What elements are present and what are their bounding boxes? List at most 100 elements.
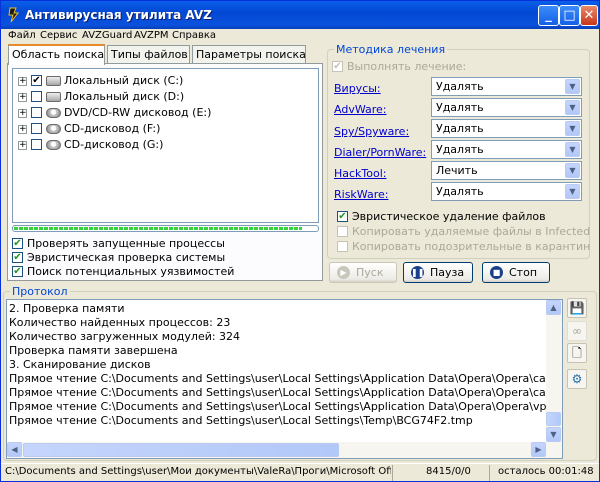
copy-deleted-to-infected[interactable]: Копировать удаляемые файлы в Infected	[337, 225, 590, 239]
scroll-thumb[interactable]	[23, 443, 339, 457]
chevron-down-icon[interactable]: ▼	[565, 121, 580, 136]
scroll-down-icon[interactable]: ▼	[546, 427, 561, 442]
expand-icon[interactable]: +	[18, 141, 27, 150]
vulnerability-search[interactable]: ✔ Поиск потенциальных уязвимостей	[12, 265, 320, 279]
tree-item-drive-c[interactable]: + ✔ Локальный диск (C:)	[18, 73, 308, 89]
minimize-icon: _	[545, 8, 552, 23]
checkbox[interactable]: ✔	[12, 252, 23, 263]
dialer-select[interactable]: Удалять ▼	[431, 140, 582, 159]
expand-icon[interactable]: +	[18, 77, 27, 86]
pause-button[interactable]: ❚❚ Пауза	[403, 262, 473, 283]
cd-drive-icon	[46, 124, 61, 134]
viruses-select[interactable]: Удалять ▼	[431, 77, 582, 96]
scan-progress-fill	[14, 227, 302, 230]
drive-c-checkbox[interactable]: ✔	[31, 75, 42, 86]
drive-g-checkbox[interactable]	[31, 139, 42, 150]
riskware-select[interactable]: Удалять ▼	[431, 182, 582, 201]
spyware-select[interactable]: Удалять ▼	[431, 119, 582, 138]
log-vertical-scrollbar[interactable]: ▲ ▼	[546, 300, 562, 442]
menu-service[interactable]: Сервис	[40, 30, 77, 41]
tree-item-drive-d[interactable]: + Локальный диск (D:)	[18, 89, 308, 105]
link-spyware[interactable]: Spy/Spyware:	[334, 125, 409, 138]
log-horizontal-scrollbar[interactable]: ◀ ▶	[7, 442, 562, 458]
network-settings-icon: ⚙	[571, 372, 583, 386]
check-running-processes[interactable]: ✔ Проверять запущенные процессы	[12, 237, 320, 251]
log-line: Прямое чтение C:\Documents and Settings\…	[9, 414, 473, 427]
chevron-down-icon[interactable]: ▼	[565, 184, 580, 199]
play-icon: ▶	[337, 266, 350, 279]
copy-suspicious-to-quarantine[interactable]: Копировать подозрительные в карантин	[337, 240, 591, 254]
tree-item-label: Локальный диск (D:)	[64, 90, 185, 103]
checkbox[interactable]: ✔	[337, 211, 348, 222]
status-bar: C:\Documents and Settings\user\Мои докум…	[1, 463, 599, 482]
menu-help[interactable]: Справка	[172, 30, 216, 41]
status-current-path: C:\Documents and Settings\user\Мои докум…	[5, 466, 391, 477]
clear-log-button[interactable]: 🗋	[567, 343, 587, 363]
drive-f-checkbox[interactable]	[31, 123, 42, 134]
title-bar[interactable]: Антивирусная утилита AVZ _ □ ✕	[1, 1, 599, 29]
status-file-count: 8415/0/0	[426, 466, 471, 477]
tab-file-types[interactable]: Типы файлов	[107, 45, 190, 64]
tab-search-area[interactable]: Область поиска	[8, 44, 105, 65]
menu-file[interactable]: Файл	[8, 30, 36, 41]
start-button[interactable]: ▶ Пуск	[329, 262, 397, 283]
perform-treatment[interactable]: ✔ Выполнять лечение:	[332, 60, 532, 74]
link-hacktool[interactable]: HackTool:	[334, 167, 387, 180]
checkbox[interactable]	[337, 226, 348, 237]
checkbox[interactable]: ✔	[12, 266, 23, 277]
heuristic-file-removal[interactable]: ✔ Эвристическое удаление файлов	[337, 210, 587, 224]
tree-item-drive-e[interactable]: + DVD/CD-RW дисковод (E:)	[18, 105, 308, 121]
drive-e-checkbox[interactable]	[31, 107, 42, 118]
tab-search-params[interactable]: Параметры поиска	[192, 45, 306, 64]
drive-tree: + ✔ Локальный диск (C:) + Локальный диск…	[12, 68, 319, 223]
floppy-disk-icon: 💾	[569, 301, 585, 315]
protocol-log[interactable]: 2. Проверка памяти Количество найденных …	[6, 299, 563, 459]
minimize-button[interactable]: _	[538, 5, 559, 26]
scan-progress-bar	[12, 225, 319, 232]
settings-log-button[interactable]: ⚙	[567, 369, 587, 389]
link-viruses[interactable]: Вирусы:	[334, 82, 381, 95]
chevron-down-icon[interactable]: ▼	[565, 79, 580, 94]
maximize-button[interactable]: □	[559, 5, 580, 26]
expand-icon[interactable]: +	[18, 125, 27, 134]
hacktool-select[interactable]: Лечить ▼	[431, 161, 582, 180]
window-title: Антивирусная утилита AVZ	[25, 8, 212, 22]
view-log-button[interactable]: ∞	[567, 321, 587, 341]
group-title: Протокол	[10, 285, 70, 298]
checkbox-label: Копировать подозрительные в карантин	[352, 240, 591, 253]
status-time-remaining: осталось 00:01:48	[498, 466, 594, 477]
scroll-up-icon[interactable]: ▲	[546, 300, 561, 315]
heuristic-system-check[interactable]: ✔ Эвристическая проверка системы	[12, 251, 320, 265]
stop-button[interactable]: ■ Стоп	[482, 262, 550, 283]
select-value: Удалять	[436, 101, 484, 114]
button-label: Пуск	[356, 266, 384, 279]
checkbox[interactable]	[337, 241, 348, 252]
cd-drive-icon	[46, 140, 61, 150]
save-log-button[interactable]: 💾	[567, 298, 587, 318]
log-line: Количество найденных процессов: 23	[9, 316, 231, 329]
checkbox-label: Эвристическая проверка системы	[27, 251, 226, 264]
tree-item-drive-f[interactable]: + CD-дисковод (F:)	[18, 121, 308, 137]
expand-icon[interactable]: +	[18, 109, 27, 118]
expand-icon[interactable]: +	[18, 93, 27, 102]
chevron-down-icon[interactable]: ▼	[565, 142, 580, 157]
link-advware[interactable]: AdvWare:	[334, 103, 387, 116]
advware-select[interactable]: Удалять ▼	[431, 98, 582, 117]
menu-avzguard[interactable]: AVZGuard	[82, 30, 132, 41]
link-dialer[interactable]: Dialer/PornWare:	[334, 146, 426, 159]
checkbox[interactable]: ✔	[12, 238, 23, 249]
tree-item-drive-g[interactable]: + CD-дисковод (G:)	[18, 137, 308, 153]
menu-avzpm[interactable]: AVZPM	[134, 30, 169, 41]
scroll-right-icon[interactable]: ▶	[531, 442, 546, 457]
scroll-left-icon[interactable]: ◀	[7, 442, 22, 457]
drive-d-checkbox[interactable]	[31, 91, 42, 102]
close-button[interactable]: ✕	[580, 5, 598, 26]
select-value: Удалять	[436, 80, 484, 93]
tree-item-label: Локальный диск (C:)	[64, 74, 184, 87]
chevron-down-icon[interactable]: ▼	[565, 100, 580, 115]
scroll-thumb[interactable]	[546, 412, 561, 426]
checkbox[interactable]: ✔	[332, 61, 343, 72]
chevron-down-icon[interactable]: ▼	[565, 163, 580, 178]
link-riskware[interactable]: RiskWare:	[334, 188, 388, 201]
log-line: Прямое чтение C:\Documents and Settings\…	[9, 372, 563, 385]
